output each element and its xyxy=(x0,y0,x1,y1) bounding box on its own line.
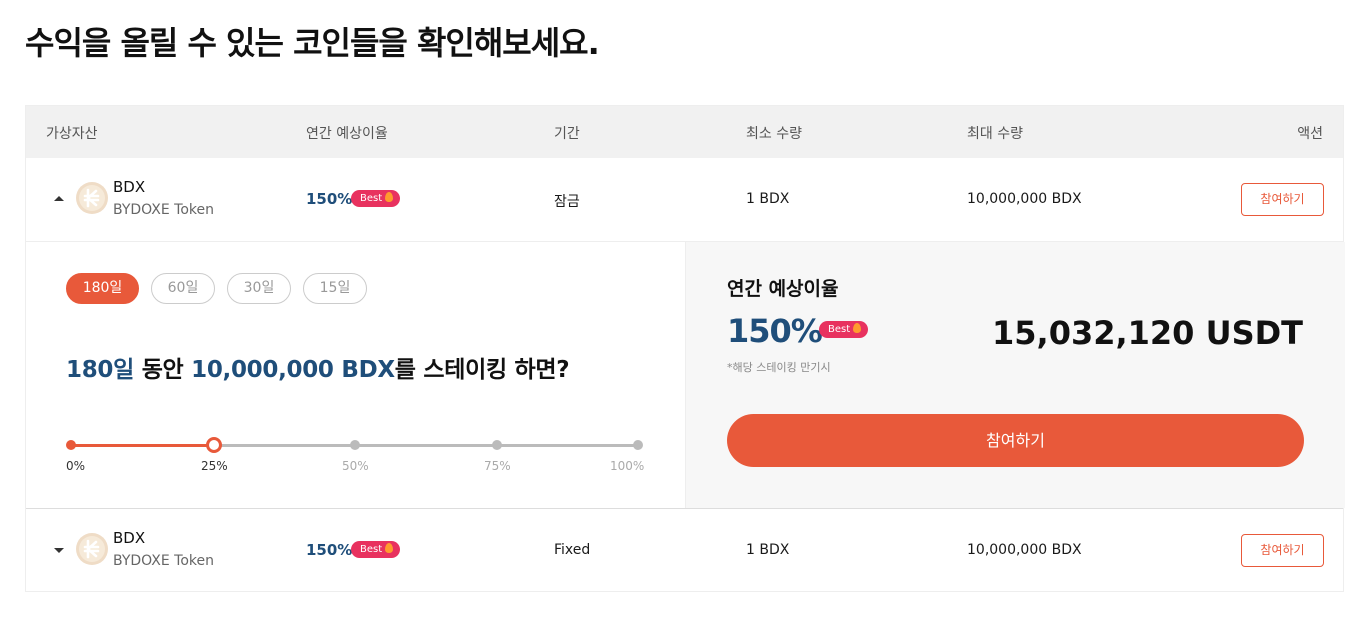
bydoxe-coin-icon xyxy=(76,533,108,565)
coin-symbol: BDX xyxy=(113,178,146,196)
apy-value: 150% xyxy=(306,190,353,208)
min-amount: 1 BDX xyxy=(746,191,790,207)
headline-amount: 10,000,000 BDX xyxy=(191,357,395,383)
staking-headline: 180일 동안 10,000,000 BDX를 스테이킹 하면? xyxy=(66,350,570,384)
best-badge: Best xyxy=(351,190,401,207)
table-row[interactable]: BDX BYDOXE Token 150% Best 잠금 1 BDX 10,0… xyxy=(26,158,1343,242)
max-amount: 10,000,000 BDX xyxy=(967,542,1082,558)
min-amount: 1 BDX xyxy=(746,542,790,558)
slider-step-0[interactable] xyxy=(66,440,76,450)
header-period: 기간 xyxy=(554,126,580,142)
summary-label: 연간 예상이율 xyxy=(727,278,839,300)
summary-total: 15,032,120 USDT xyxy=(992,314,1303,352)
table-row[interactable]: BDX BYDOXE Token 150% Best Fixed 1 BDX 1… xyxy=(26,508,1343,592)
slider-tick-label: 0% xyxy=(66,459,86,473)
slider-tick-label: 50% xyxy=(342,459,369,473)
header-action: 액션 xyxy=(1297,126,1323,142)
header-apy: 연간 예상이율 xyxy=(306,126,388,142)
header-asset: 가상자산 xyxy=(46,126,98,142)
fire-icon xyxy=(385,543,394,553)
period-option-60[interactable]: 60일 xyxy=(151,273,215,304)
slider-tick-label: 25% xyxy=(201,459,228,473)
coin-name: BYDOXE Token xyxy=(113,553,215,569)
best-badge-label: Best xyxy=(360,193,383,204)
page-title: 수익을 올릴 수 있는 코인들을 확인해보세요. xyxy=(25,24,600,62)
summary-note: *해당 스테이킹 만기시 xyxy=(727,361,831,374)
headline-mid: 동안 xyxy=(133,357,192,383)
coin-name: BYDOXE Token xyxy=(113,202,215,218)
slider-step-50[interactable] xyxy=(350,440,360,450)
staking-calculator: 180일 60일 30일 15일 180일 동안 10,000,000 BDX를… xyxy=(26,242,685,508)
table-header: 가상자산 연간 예상이율 기간 최소 수량 최대 수량 액션 xyxy=(26,106,1343,158)
period-option-180[interactable]: 180일 xyxy=(66,273,139,304)
period-value: Fixed xyxy=(554,542,591,558)
best-badge: Best xyxy=(819,321,869,338)
best-badge: Best xyxy=(351,541,401,558)
best-badge-label: Best xyxy=(360,544,383,555)
summary-apy: 150% xyxy=(727,312,823,350)
slider-tick-label: 100% xyxy=(610,459,645,473)
period-value: 잠금 xyxy=(554,194,580,210)
apy-value: 150% xyxy=(306,541,353,559)
caret-down-icon[interactable] xyxy=(54,548,64,553)
coin-symbol: BDX xyxy=(113,529,146,547)
headline-period: 180일 xyxy=(66,357,134,383)
staking-summary: 연간 예상이율 150% Best *해당 스테이킹 만기시 15,032,12… xyxy=(685,242,1345,508)
slider-step-100[interactable] xyxy=(633,440,643,450)
staking-table: 가상자산 연간 예상이율 기간 최소 수량 최대 수량 액션 BDX BYDOX… xyxy=(25,105,1345,592)
bydoxe-coin-icon xyxy=(76,182,108,214)
header-max: 최대 수량 xyxy=(967,126,1023,142)
best-badge-label: Best xyxy=(828,324,851,335)
period-option-15[interactable]: 15일 xyxy=(303,273,367,304)
amount-slider[interactable] xyxy=(66,437,643,453)
header-min: 최소 수량 xyxy=(746,126,802,142)
slider-handle[interactable] xyxy=(205,437,222,453)
join-button[interactable]: 참여하기 xyxy=(1241,534,1324,567)
slider-step-75[interactable] xyxy=(492,440,502,450)
staking-detail: 180일 60일 30일 15일 180일 동안 10,000,000 BDX를… xyxy=(26,242,1345,508)
fire-icon xyxy=(385,192,394,202)
fire-icon xyxy=(853,323,862,333)
slider-tick-label: 75% xyxy=(484,459,511,473)
join-button[interactable]: 참여하기 xyxy=(1241,183,1324,216)
slider-fill xyxy=(72,444,214,447)
period-option-30[interactable]: 30일 xyxy=(227,273,291,304)
max-amount: 10,000,000 BDX xyxy=(967,191,1082,207)
caret-up-icon[interactable] xyxy=(54,196,64,201)
headline-tail: 를 스테이킹 하면? xyxy=(394,357,570,383)
join-button-large[interactable]: 참여하기 xyxy=(727,414,1304,467)
